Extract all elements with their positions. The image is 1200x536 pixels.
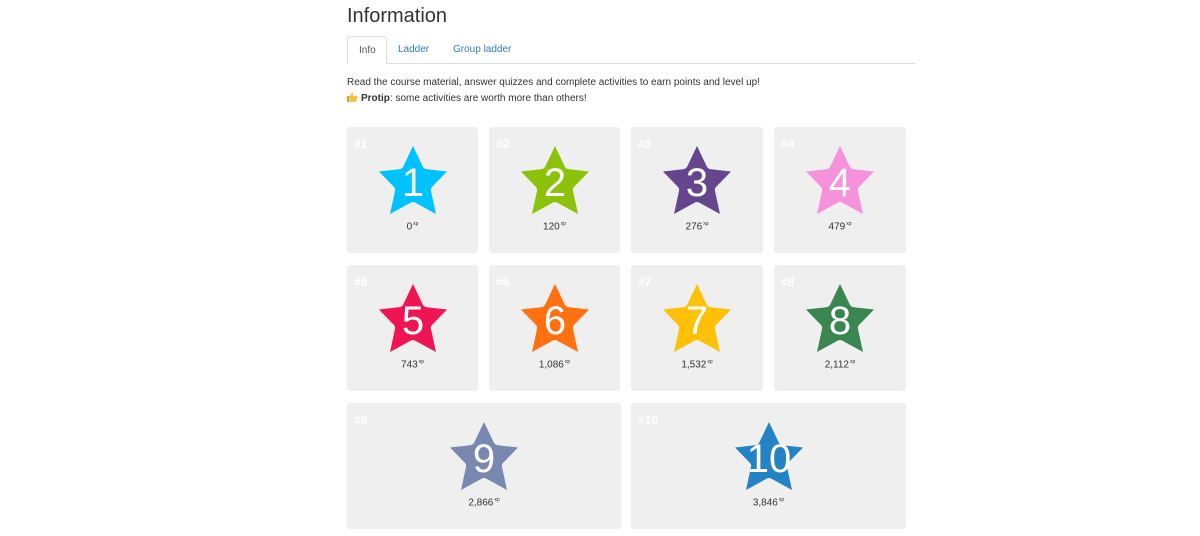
level-xp: 743xp — [347, 359, 478, 370]
level-rank: #9 — [354, 413, 368, 427]
level-xp: 2,112xp — [774, 359, 906, 370]
xp-unit: xp — [413, 221, 419, 227]
level-card: #4 4 479xp — [774, 127, 906, 253]
tab-group-ladder[interactable]: Group ladder — [442, 36, 522, 63]
level-number: 9 — [472, 437, 496, 481]
xp-unit: xp — [703, 221, 709, 227]
level-rank: #2 — [496, 137, 510, 151]
level-star-icon: 1 — [377, 144, 449, 214]
level-star-icon: 8 — [804, 282, 876, 352]
level-xp-value: 479 — [828, 221, 846, 233]
level-xp-value: 276 — [685, 221, 703, 233]
level-rank: #5 — [354, 275, 368, 289]
level-xp-value: 0 — [406, 221, 413, 233]
level-card: #10 10 3,846xp — [631, 403, 906, 529]
xp-unit: xp — [850, 359, 856, 365]
level-card: #6 6 1,086xp — [489, 265, 620, 391]
level-xp: 3,846xp — [631, 497, 906, 508]
level-xp-value: 743 — [401, 359, 418, 371]
level-star-icon: 4 — [804, 144, 876, 214]
page-title: Information — [347, 5, 448, 27]
level-rank: #10 — [638, 413, 659, 427]
level-xp: 276xp — [631, 221, 763, 232]
level-card: #5 5 743xp — [347, 265, 478, 391]
xp-unit: xp — [494, 497, 500, 503]
level-xp: 2,866xp — [347, 497, 621, 508]
xp-unit: xp — [778, 497, 785, 503]
tab-bar: Info Ladder Group ladder — [347, 36, 915, 64]
level-xp: 1,532xp — [631, 359, 763, 370]
level-card: #8 8 2,112xp — [774, 265, 906, 391]
level-xp-value: 1,532 — [681, 359, 707, 371]
level-card: #1 1 0xp — [347, 127, 478, 253]
tab-ladder[interactable]: Ladder — [387, 36, 440, 63]
level-xp-value: 120 — [543, 221, 560, 233]
level-xp-value: 2,866 — [468, 497, 494, 509]
level-card: #3 3 276xp — [631, 127, 763, 253]
level-xp: 479xp — [774, 221, 906, 232]
intro-text: Read the course material, answer quizzes… — [347, 75, 915, 107]
level-xp-value: 1,086 — [538, 359, 564, 371]
level-number: 4 — [828, 161, 852, 205]
level-rank: #4 — [781, 137, 795, 151]
level-number: 3 — [685, 161, 709, 205]
level-star-icon: 2 — [519, 144, 591, 214]
xp-unit: xp — [707, 359, 713, 365]
level-card: #2 2 120xp — [489, 127, 620, 253]
level-star-icon: 6 — [519, 282, 591, 352]
protip-text: : some activities are worth more than ot… — [389, 93, 587, 104]
level-number: 7 — [685, 299, 709, 343]
level-number: 2 — [543, 161, 567, 205]
intro-line: Read the course material, answer quizzes… — [347, 77, 761, 88]
level-xp-value: 2,112 — [824, 359, 849, 371]
level-card: #9 9 2,866xp — [347, 403, 621, 529]
protip-line: Protip: some activities are worth more t… — [347, 91, 915, 107]
level-star-icon: 5 — [377, 282, 449, 352]
level-star-icon: 3 — [661, 144, 733, 214]
level-rank: #8 — [781, 275, 795, 289]
level-rank: #7 — [638, 275, 652, 289]
xp-unit: xp — [560, 221, 566, 227]
level-number: 1 — [401, 161, 425, 205]
xp-unit: xp — [846, 221, 852, 227]
level-number: 8 — [828, 299, 852, 343]
level-xp: 1,086xp — [489, 359, 620, 370]
level-rank: #6 — [496, 275, 510, 289]
level-number: 10 — [746, 437, 792, 481]
level-number: 6 — [543, 299, 567, 343]
level-rank: #3 — [638, 137, 652, 151]
level-card: #7 7 1,532xp — [631, 265, 763, 391]
level-xp: 120xp — [489, 221, 620, 232]
xp-unit: xp — [418, 359, 424, 365]
tab-info[interactable]: Info — [347, 36, 387, 64]
protip-label: Protip — [361, 93, 390, 104]
xp-unit: xp — [564, 359, 571, 365]
level-rank: #1 — [354, 137, 368, 151]
level-star-icon: 10 — [733, 420, 805, 490]
level-number: 5 — [401, 299, 425, 343]
level-star-icon: 7 — [661, 282, 733, 352]
thumbs-up-icon — [347, 92, 358, 102]
level-xp: 0xp — [347, 221, 478, 232]
level-xp-value: 3,846 — [752, 497, 778, 509]
level-star-icon: 9 — [448, 420, 520, 490]
